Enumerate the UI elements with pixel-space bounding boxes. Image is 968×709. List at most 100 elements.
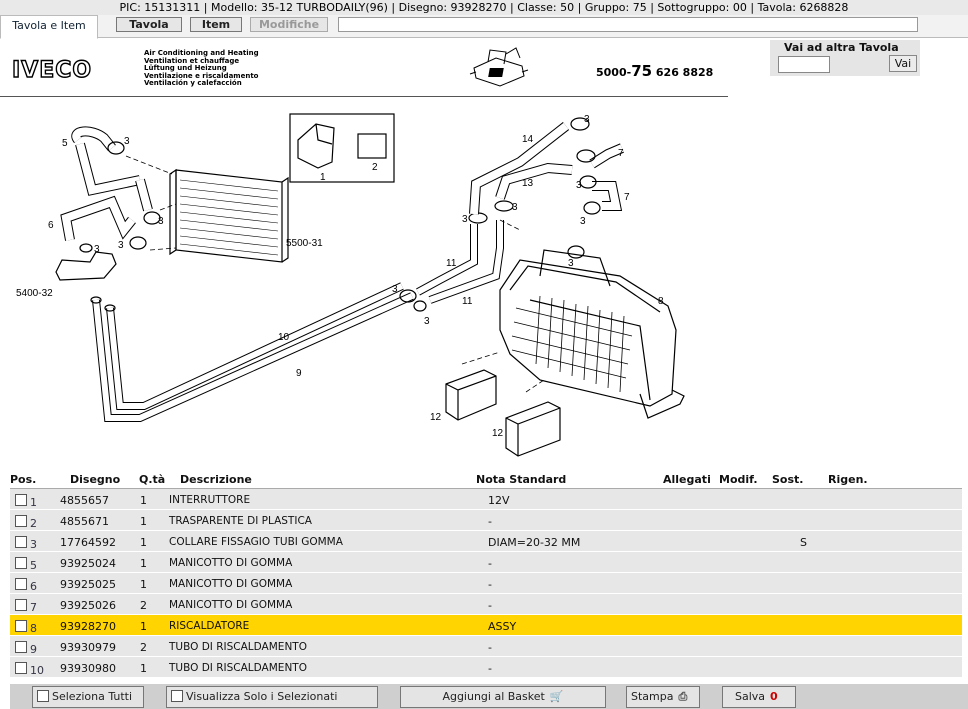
row-descrizione: COLLARE FISSAGIO TUBI GOMMA [169,536,343,548]
header-modif: Modif. [719,473,758,486]
table-row[interactable]: 5 93925024 1 MANICOTTO DI GOMMA - [10,552,962,573]
row-disegno[interactable]: 93925024 [60,557,116,570]
row-qta: 2 [140,641,147,654]
label-13: 13 [522,178,534,189]
table-row[interactable]: 7 93925026 2 MANICOTTO DI GOMMA - [10,594,962,615]
title-es: Ventilación y calefacción [144,79,242,87]
row-descrizione: TRASPARENTE DI PLASTICA [169,515,312,527]
label-10: 10 [278,332,290,343]
row-checkbox[interactable] [15,599,27,611]
row-nota: - [488,557,492,570]
row-qta: 2 [140,599,147,612]
header-qta: Q.tà [139,473,166,486]
row-sost: S [800,536,807,549]
row-disegno[interactable]: 93925025 [60,578,116,591]
drawing-code: 5000-75 626 8828 [596,62,713,80]
row-checkbox[interactable] [15,641,27,653]
save-button[interactable]: Salva 0 [722,686,796,708]
row-disegno[interactable]: 93930980 [60,662,116,675]
row-nota: - [488,515,492,528]
print-button[interactable]: Stampa ⎙ [626,686,700,708]
save-count: 0 [770,690,778,703]
add-basket-button[interactable]: Aggiungi al Basket 🛒 [400,686,606,708]
drawing-code-suffix: 626 8828 [652,66,714,79]
row-pos: 7 [30,601,37,614]
parts-table: Pos. Disegno Q.tà Descrizione Nota Stand… [10,472,962,678]
row-qta: 1 [140,536,147,549]
row-qta: 1 [140,620,147,633]
label-3f: 3 [424,316,430,327]
row-pos: 10 [30,664,44,677]
row-qta: 1 [140,515,147,528]
header-sost: Sost. [772,473,804,486]
show-selected-button[interactable]: Visualizza Solo i Selezionati [166,686,378,708]
table-row[interactable]: 6 93925025 1 MANICOTTO DI GOMMA - [10,573,962,594]
printer-icon: ⎙ [678,690,688,703]
goto-input[interactable] [778,56,830,73]
row-nota: - [488,599,492,612]
label-3g: 3 [462,214,468,225]
show-selected-checkbox[interactable] [171,690,183,702]
label-11b: 11 [462,296,473,307]
label-3k: 3 [580,216,586,227]
row-checkbox[interactable] [15,557,27,569]
iveco-logo: IVECO [11,57,93,83]
header-allegati: Allegati [663,473,711,486]
label-11a: 11 [446,258,457,269]
label-3i: 3 [584,114,590,125]
tab-tavola-e-item[interactable]: Tavola e Item [0,15,98,39]
save-label: Salva [735,690,766,703]
table-row[interactable]: 9 93930979 2 TUBO DI RISCALDAMENTO - [10,636,962,657]
header-rigen: Rigen. [828,473,868,486]
header-pos: Pos. [10,473,37,486]
table-row[interactable]: 3 17764592 1 COLLARE FISSAGIO TUBI GOMMA DIA… [10,531,962,552]
goto-label: Vai ad altra Tavola [784,41,899,54]
label-14: 14 [522,134,534,145]
row-checkbox[interactable] [15,578,27,590]
drawing-titles: Air Conditioning and Heating Ventilation… [144,49,259,88]
row-descrizione: TUBO DI RISCALDAMENTO [169,662,307,674]
row-pos: 2 [30,517,37,530]
row-checkbox[interactable] [15,620,27,632]
row-disegno[interactable]: 4855671 [60,515,109,528]
select-all-checkbox[interactable] [37,690,49,702]
row-checkbox[interactable] [15,662,27,674]
row-checkbox[interactable] [15,515,27,527]
row-descrizione: MANICOTTO DI GOMMA [169,599,293,611]
row-descrizione: MANICOTTO DI GOMMA [169,578,293,590]
table-header: Pos. Disegno Q.tà Descrizione Nota Stand… [10,472,962,489]
table-row[interactable]: 10 93930980 1 TUBO DI RISCALDAMENTO - [10,657,962,678]
drawing-code-group: 75 [631,62,653,80]
label-3b: 3 [158,216,164,227]
select-all-button[interactable]: Seleziona Tutti [32,686,144,708]
row-checkbox[interactable] [15,494,27,506]
row-qta: 1 [140,578,147,591]
row-disegno[interactable]: 93930979 [60,641,116,654]
label-8: 8 [658,296,664,307]
row-descrizione: MANICOTTO DI GOMMA [169,557,293,569]
exploded-diagram: 1 2 3 3 3 3 3 3 3 3 3 3 3 3 5 6 7 7 8 9 … [16,113,685,457]
row-qta: 1 [140,557,147,570]
row-disegno[interactable]: 17764592 [60,536,116,549]
label-3j: 3 [576,180,582,191]
row-nota: ASSY [488,620,517,633]
row-checkbox[interactable] [15,536,27,548]
tab-modifiche-button[interactable]: Modifiche [250,17,328,32]
row-disegno[interactable]: 93925026 [60,599,116,612]
label-5400-32: 5400-32 [16,288,53,299]
tab-search-field[interactable] [338,17,918,32]
row-disegno[interactable]: 4855657 [60,494,109,507]
select-all-label: Seleziona Tutti [52,690,133,703]
table-row[interactable]: 8 93928270 1 RISCALDATORE ASSY [10,615,962,636]
row-descrizione: TUBO DI RISCALDAMENTO [169,641,307,653]
label-1: 1 [320,172,326,183]
row-pos: 8 [30,622,37,635]
row-pos: 9 [30,643,37,656]
table-row[interactable]: 1 4855657 1 INTERRUTTORE 12V [10,489,962,510]
tab-item-button[interactable]: Item [190,17,242,32]
row-disegno[interactable]: 93928270 [60,620,116,633]
goto-button[interactable]: Vai [889,55,917,72]
row-qta: 1 [140,662,147,675]
tab-tavola-button[interactable]: Tavola [116,17,182,32]
table-row[interactable]: 2 4855671 1 TRASPARENTE DI PLASTICA - [10,510,962,531]
